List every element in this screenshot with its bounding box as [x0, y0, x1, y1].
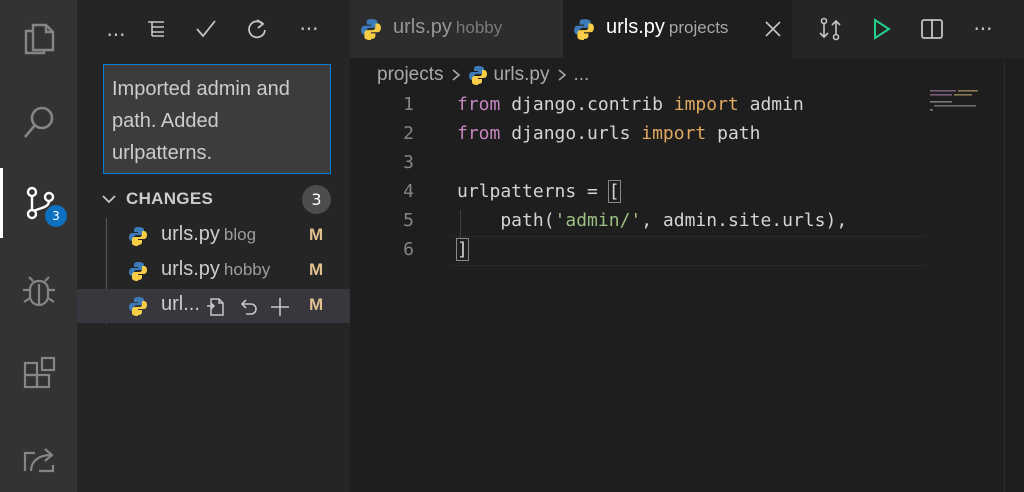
commit-check-icon[interactable]: [191, 14, 221, 44]
more-actions-button[interactable]: ···: [294, 14, 324, 44]
modified-status: M: [309, 225, 324, 244]
more-actions-left[interactable]: ...: [101, 14, 131, 44]
line-number: 2: [403, 123, 414, 144]
remote-icon[interactable]: [0, 422, 77, 492]
code-line-4: urlpatterns = [: [457, 180, 621, 203]
refresh-icon[interactable]: [242, 14, 272, 44]
sidebar-toolbar: ... ···: [77, 0, 350, 58]
code-line-5: path('admin/', admin.site.urls),: [457, 210, 848, 231]
debug-icon[interactable]: [0, 255, 77, 325]
chevron-right-icon: [452, 69, 460, 81]
extensions-icon[interactable]: [0, 340, 77, 410]
source-control-badge: 3: [45, 205, 67, 227]
code-editor[interactable]: 1 2 3 4 5 6 from django.contrib import a…: [350, 90, 1024, 492]
line-number: 6: [403, 239, 414, 260]
file-name: url...: [161, 293, 200, 315]
editor-tab-bar: urls.py hobby urls.py projects ···: [350, 0, 1024, 58]
python-file-icon: [468, 66, 487, 85]
tab-urls-hobby[interactable]: urls.py hobby: [350, 0, 563, 58]
breadcrumb-folder[interactable]: projects: [377, 64, 444, 86]
line-number: 1: [403, 94, 414, 115]
python-file-icon: [129, 262, 147, 281]
code-line-2: from django.urls import path: [457, 123, 761, 144]
code-line-1: from django.contrib import admin: [457, 94, 804, 115]
open-changes-icon[interactable]: [815, 14, 845, 44]
file-dir: blog: [223, 225, 257, 244]
breadcrumb-tail[interactable]: ...: [574, 64, 590, 86]
file-name: urls.py: [161, 223, 220, 245]
changes-label: CHANGES: [126, 189, 214, 208]
tab-urls-projects[interactable]: urls.py projects: [563, 0, 792, 58]
python-file-icon: [129, 227, 147, 246]
line-number: 4: [403, 181, 414, 202]
changed-file-row-selected[interactable]: url... M: [77, 289, 350, 323]
stage-changes-icon[interactable]: [269, 296, 291, 318]
editor-scrollbar[interactable]: [1004, 58, 1024, 492]
modified-status: M: [309, 260, 324, 279]
tab-file-name: urls.py: [606, 16, 665, 38]
source-control-sidebar: ... ··· Imported admin and path. Added u…: [77, 0, 350, 492]
close-icon[interactable]: [762, 18, 784, 40]
breadcrumb-file[interactable]: urls.py: [494, 64, 550, 86]
split-editor-icon[interactable]: [917, 14, 947, 44]
current-line-highlight: [450, 236, 926, 266]
run-icon[interactable]: [866, 14, 896, 44]
file-dir: hobby: [223, 260, 271, 279]
code-line-6: ]: [456, 238, 469, 261]
breadcrumb: projects urls.py ...: [377, 62, 589, 88]
discard-changes-icon[interactable]: [237, 296, 259, 318]
activity-bar: 3: [0, 0, 77, 492]
line-number: 5: [403, 210, 414, 231]
chevron-down-icon: [102, 195, 116, 204]
minimap[interactable]: [930, 88, 990, 118]
explorer-icon[interactable]: [0, 4, 77, 74]
search-icon[interactable]: [0, 87, 77, 157]
more-editor-actions[interactable]: ···: [968, 14, 998, 44]
line-number: 3: [403, 152, 414, 173]
changed-file-row[interactable]: urls.py blog M: [77, 219, 350, 253]
tree-icon[interactable]: [141, 14, 171, 44]
modified-status: M: [309, 295, 324, 314]
chevron-right-icon: [557, 69, 566, 81]
changes-count-badge: 3: [302, 185, 331, 214]
changed-file-row[interactable]: urls.py hobby M: [77, 254, 350, 288]
python-file-icon: [129, 297, 147, 316]
open-file-icon[interactable]: [205, 296, 227, 318]
file-name: urls.py: [161, 258, 220, 280]
tab-dir: projects: [668, 18, 729, 37]
python-file-icon: [574, 19, 594, 40]
tab-file-name: urls.py: [393, 16, 452, 38]
commit-message-input[interactable]: Imported admin and path. Added urlpatter…: [103, 64, 331, 174]
python-file-icon: [361, 19, 381, 40]
tab-dir: hobby: [455, 18, 503, 37]
source-control-icon[interactable]: 3: [0, 168, 77, 238]
